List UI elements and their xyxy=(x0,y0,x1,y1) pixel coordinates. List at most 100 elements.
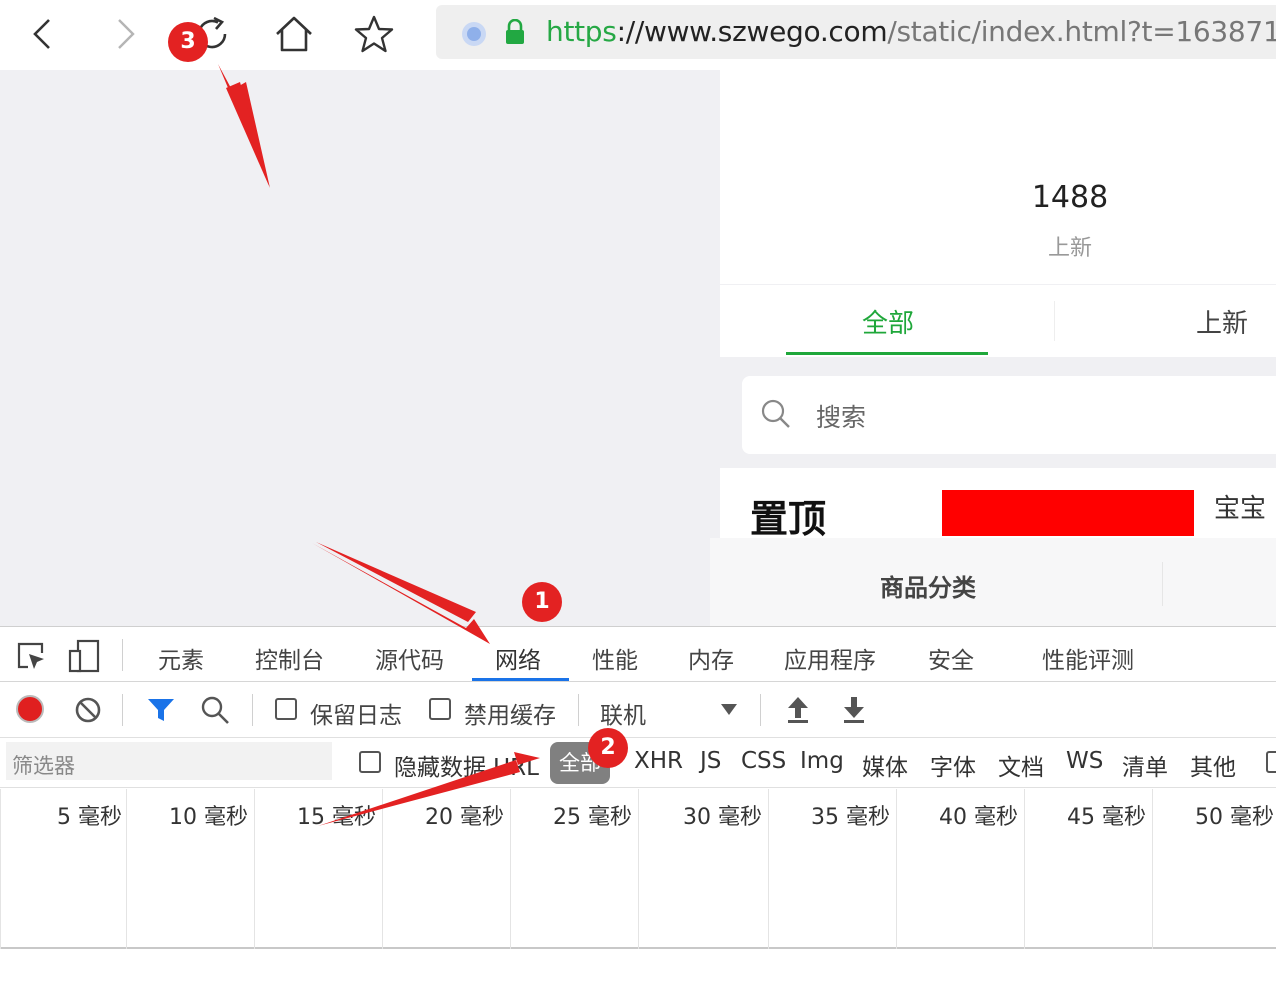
category-label[interactable]: 商品分类 xyxy=(880,568,976,603)
tab-performance[interactable]: 性能 xyxy=(592,641,638,675)
network-toolbar: 保留日志 禁用缓存 联机 xyxy=(0,682,1276,738)
tab-memory[interactable]: 内存 xyxy=(688,641,734,675)
toolbar-divider xyxy=(760,694,761,726)
home-button[interactable] xyxy=(274,14,314,54)
timeline-gridline xyxy=(126,789,127,949)
url-host: ://www.szwego.com xyxy=(616,15,888,48)
tab-application[interactable]: 应用程序 xyxy=(784,641,876,675)
timeline-gridline xyxy=(1152,789,1153,949)
record-button[interactable] xyxy=(16,695,44,723)
timeline-tick-label: 25 毫秒 xyxy=(553,805,632,830)
filter-placeholder: 筛选器 xyxy=(12,754,75,778)
annotation-badge-2: 2 xyxy=(588,728,628,768)
tab-sources[interactable]: 源代码 xyxy=(375,641,444,675)
clear-icon[interactable] xyxy=(74,696,102,724)
filter-font[interactable]: 字体 xyxy=(930,748,976,782)
timeline-tick-label: 20 毫秒 xyxy=(425,805,504,830)
timeline-tick-label: 5 毫秒 xyxy=(57,805,122,830)
devtools-panel: 元素 控制台 源代码 网络 性能 内存 应用程序 安全 性能评测 保留日志 禁用… xyxy=(0,626,1276,1004)
tab-lighthouse[interactable]: 性能评测 xyxy=(1042,641,1134,675)
import-har-icon[interactable] xyxy=(786,694,810,724)
tab-all-underline xyxy=(786,352,988,355)
filter-manifest[interactable]: 清单 xyxy=(1122,748,1168,782)
tab-all[interactable]: 全部 xyxy=(786,303,990,340)
filter-xhr[interactable]: XHR xyxy=(634,748,683,774)
timeline-gridline xyxy=(254,789,255,949)
chevron-left-icon xyxy=(33,19,50,49)
timeline-gridline xyxy=(768,789,769,949)
timeline-gridline xyxy=(638,789,639,949)
throttling-select[interactable]: 联机 xyxy=(600,696,646,730)
page-viewport: 1488 上新 全部 上新 搜索 置顶 宝宝 商品分类 xyxy=(0,70,1276,626)
toolbar-divider xyxy=(578,694,579,726)
filter-icon[interactable] xyxy=(146,696,176,724)
timeline-gridline xyxy=(510,789,511,949)
tab-divider xyxy=(1054,301,1055,341)
blocked-requests-checkbox[interactable] xyxy=(1266,751,1276,773)
tab-security[interactable]: 安全 xyxy=(928,641,974,675)
stat-label: 上新 xyxy=(1047,236,1092,261)
devtools-tab-bar: 元素 控制台 源代码 网络 性能 内存 应用程序 安全 性能评测 xyxy=(0,627,1276,682)
filter-js[interactable]: JS xyxy=(700,748,721,774)
search-placeholder: 搜索 xyxy=(816,403,867,432)
lock-icon xyxy=(506,19,524,44)
active-tab-indicator xyxy=(472,678,569,681)
toolbar-divider xyxy=(122,694,123,726)
pinned-item-title[interactable]: 宝宝 xyxy=(1214,488,1266,525)
preserve-log-checkbox[interactable] xyxy=(275,698,297,720)
filter-other[interactable]: 其他 xyxy=(1190,748,1236,782)
caret-down-icon[interactable] xyxy=(720,702,738,716)
category-bar: 商品分类 xyxy=(710,538,1276,626)
timeline-tick-label: 15 毫秒 xyxy=(297,805,376,830)
search-icon[interactable] xyxy=(200,695,230,725)
filter-bar: 筛选器 隐藏数据 URL 全部 XHR JS CSS Img 媒体 字体 文档 … xyxy=(0,738,1276,788)
search-input[interactable]: 搜索 xyxy=(742,376,1276,454)
bookmark-button[interactable] xyxy=(354,14,394,54)
toolbar-divider xyxy=(252,694,253,726)
timeline-tick-label: 40 毫秒 xyxy=(939,805,1018,830)
timeline-tick-label: 30 毫秒 xyxy=(683,805,762,830)
filter-img[interactable]: Img xyxy=(800,748,844,774)
preserve-log-label: 保留日志 xyxy=(310,703,402,729)
home-icon xyxy=(276,16,312,52)
annotation-badge-1: 1 xyxy=(522,582,562,622)
category-divider xyxy=(1162,562,1163,606)
timeline-tick-label: 45 毫秒 xyxy=(1067,805,1146,830)
search-icon xyxy=(761,399,790,428)
filter-media[interactable]: 媒体 xyxy=(862,748,908,782)
forward-button[interactable] xyxy=(106,14,146,54)
url-path: /static/index.html?t=16387105 xyxy=(887,15,1276,48)
pinned-row: 置顶 宝宝 xyxy=(720,468,1276,538)
redacted-banner xyxy=(942,490,1194,536)
site-info-icon xyxy=(462,22,486,46)
timeline-gridline xyxy=(1024,789,1025,949)
back-button[interactable] xyxy=(22,14,62,54)
filter-ws[interactable]: WS xyxy=(1066,748,1103,774)
tab-elements[interactable]: 元素 xyxy=(158,641,204,675)
stat-number: 1488 xyxy=(1031,180,1109,215)
filter-input[interactable]: 筛选器 xyxy=(6,742,332,780)
tab-new[interactable]: 上新 xyxy=(1196,303,1248,340)
device-toolbar-icon[interactable] xyxy=(68,639,100,673)
hide-data-url-checkbox[interactable] xyxy=(359,751,381,773)
pinned-label: 置顶 xyxy=(750,497,827,538)
annotation-badge-3: 3 xyxy=(168,22,208,62)
timeline-gridline xyxy=(896,789,897,949)
address-bar[interactable]: https://www.szwego.com/static/index.html… xyxy=(436,5,1276,59)
disable-cache-label: 禁用缓存 xyxy=(464,703,556,729)
export-har-icon[interactable] xyxy=(842,694,866,724)
tab-network[interactable]: 网络 xyxy=(495,641,541,675)
inspect-element-icon[interactable] xyxy=(16,641,46,671)
chevron-right-icon xyxy=(118,19,135,49)
url-text[interactable]: https://www.szwego.com/static/index.html… xyxy=(546,15,1276,48)
tab-console[interactable]: 控制台 xyxy=(255,641,324,675)
disable-cache-checkbox[interactable] xyxy=(429,698,451,720)
filter-doc[interactable]: 文档 xyxy=(998,748,1044,782)
timeline-tick-label: 35 毫秒 xyxy=(811,805,890,830)
stat-card: 1488 上新 xyxy=(720,70,1276,284)
hide-data-url-label: 隐藏数据 URL xyxy=(394,755,539,781)
timeline-tick-label: 50 毫秒 xyxy=(1195,805,1274,830)
timeline-gridline xyxy=(0,789,1,949)
url-scheme: https xyxy=(546,15,617,48)
filter-css[interactable]: CSS xyxy=(741,748,786,774)
